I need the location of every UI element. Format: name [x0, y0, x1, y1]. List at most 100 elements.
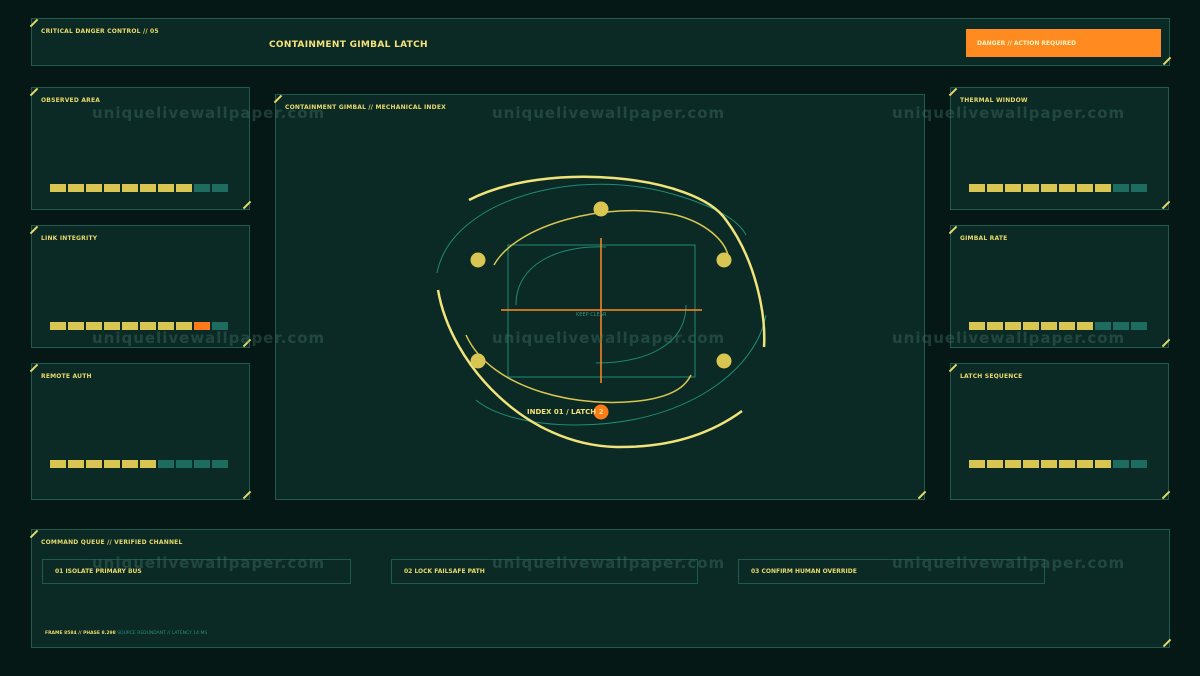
level-segment [1113, 460, 1129, 468]
level-segment [1131, 460, 1147, 468]
level-segment [158, 460, 174, 468]
level-segment [1077, 184, 1093, 192]
keep-clear-label: KEEP CLEAR [576, 312, 607, 318]
corner-mark [242, 200, 252, 210]
corner-mark [948, 87, 958, 97]
level-segment [194, 322, 210, 330]
level-bar [969, 322, 1147, 330]
level-segment [1005, 322, 1021, 330]
level-segment [122, 322, 138, 330]
level-segment [1059, 184, 1075, 192]
level-segment [1041, 184, 1057, 192]
level-segment [68, 184, 84, 192]
page-title: CONTAINMENT GIMBAL LATCH [269, 40, 428, 50]
level-segment [1077, 460, 1093, 468]
level-bar [969, 460, 1147, 468]
gimbal-panel: CONTAINMENT GIMBAL // MECHANICAL INDEX K… [273, 94, 927, 501]
level-bar [50, 184, 228, 192]
panel-remote-auth: REMOTE AUTH [29, 363, 252, 500]
header-tag: CRITICAL DANGER CONTROL // 05 [41, 28, 159, 35]
corner-mark [29, 363, 39, 373]
status-line: FRAME 8584 // PHASE 8.298 SOURCE REDUNDA… [45, 631, 207, 636]
corner-mark [948, 225, 958, 235]
level-segment [140, 460, 156, 468]
level-segment [1005, 460, 1021, 468]
level-segment [176, 460, 192, 468]
level-bar [969, 184, 1147, 192]
command-queue-panel: COMMAND QUEUE // VERIFIED CHANNEL 01 ISO… [29, 529, 1172, 648]
level-segment [1023, 322, 1039, 330]
level-segment [1095, 322, 1111, 330]
level-segment [1059, 460, 1075, 468]
command-isolate-primary-bus[interactable]: 01 ISOLATE PRIMARY BUS [42, 559, 351, 584]
danger-alert-button[interactable]: DANGER // ACTION REQUIRED [966, 29, 1161, 57]
corner-mark [29, 18, 39, 28]
panel-title: OBSERVED AREA [41, 97, 101, 104]
corner-mark [948, 363, 958, 373]
latch-node[interactable] [593, 201, 609, 217]
panel-gimbal-rate: GIMBAL RATE [948, 225, 1171, 348]
level-segment [1041, 460, 1057, 468]
level-segment [1005, 184, 1021, 192]
corner-mark [1161, 490, 1171, 500]
latch-node[interactable] [470, 252, 486, 268]
panel-title: REMOTE AUTH [41, 373, 92, 380]
corner-mark [29, 529, 39, 539]
panel-observed-area: OBSERVED AREA [29, 87, 252, 210]
level-segment [158, 322, 174, 330]
level-segment [104, 322, 120, 330]
level-segment [86, 184, 102, 192]
level-segment [104, 460, 120, 468]
level-segment [68, 322, 84, 330]
panel-thermal-window: THERMAL WINDOW [948, 87, 1171, 210]
status-frame: FRAME 8584 // PHASE 8.298 [45, 631, 116, 636]
level-segment [1023, 184, 1039, 192]
level-segment [1095, 460, 1111, 468]
level-segment [212, 460, 228, 468]
level-segment [1023, 460, 1039, 468]
corner-mark [29, 225, 39, 235]
corner-mark [1161, 338, 1171, 348]
level-segment [1059, 322, 1075, 330]
level-segment [122, 184, 138, 192]
level-segment [1095, 184, 1111, 192]
level-segment [1041, 322, 1057, 330]
panel-title: GIMBAL RATE [960, 235, 1008, 242]
latch-node[interactable] [716, 252, 732, 268]
corner-mark [242, 338, 252, 348]
panel-title: THERMAL WINDOW [960, 97, 1028, 104]
level-segment [987, 460, 1003, 468]
panel-title: COMMAND QUEUE // VERIFIED CHANNEL [41, 539, 183, 546]
header-panel: CRITICAL DANGER CONTROL // 05 CONTAINMEN… [29, 18, 1172, 66]
corner-mark [242, 490, 252, 500]
level-segment [104, 184, 120, 192]
level-segment [987, 322, 1003, 330]
level-segment [194, 460, 210, 468]
level-segment [1131, 322, 1147, 330]
level-segment [86, 322, 102, 330]
panel-latch-sequence: LATCH SEQUENCE [948, 363, 1171, 500]
level-segment [122, 460, 138, 468]
command-lock-failsafe-path[interactable]: 02 LOCK FAILSAFE PATH [391, 559, 698, 584]
level-segment [969, 184, 985, 192]
level-segment [1077, 322, 1093, 330]
command-confirm-human-override[interactable]: 03 CONFIRM HUMAN OVERRIDE [738, 559, 1045, 584]
level-segment [212, 184, 228, 192]
index-label: INDEX 01 / LATCH 2 [527, 408, 604, 416]
level-segment [158, 184, 174, 192]
corner-mark [29, 87, 39, 97]
latch-node[interactable] [716, 353, 732, 369]
corner-mark [1162, 56, 1172, 66]
level-segment [212, 322, 228, 330]
level-segment [50, 322, 66, 330]
gimbal-diagram[interactable]: KEEP CLEAR INDEX 01 / LATCH 2 [276, 95, 926, 501]
panel-title: LINK INTEGRITY [41, 235, 98, 242]
panel-title: LATCH SEQUENCE [960, 373, 1023, 380]
level-segment [50, 460, 66, 468]
level-segment [969, 322, 985, 330]
level-segment [1131, 184, 1147, 192]
level-segment [1113, 322, 1129, 330]
level-segment [176, 184, 192, 192]
latch-node[interactable] [470, 353, 486, 369]
status-source: SOURCE REDUNDANT // LATENCY 14 MS [117, 631, 208, 636]
